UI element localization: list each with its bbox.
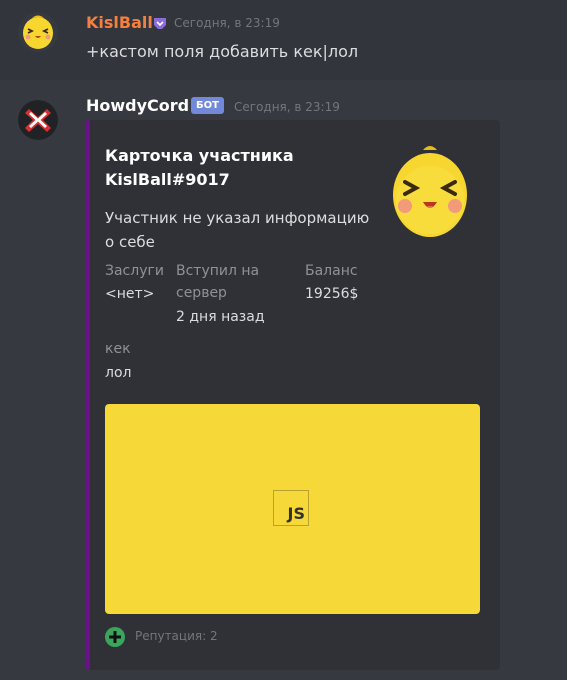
field-value-zaslugi: <нет> bbox=[105, 286, 155, 302]
avatar-howdycord[interactable] bbox=[18, 100, 58, 140]
embed-title-line: KislBall#9017 bbox=[105, 170, 230, 189]
username-kislball[interactable]: KislBall bbox=[86, 13, 153, 32]
bot-tag: БОТ bbox=[191, 97, 224, 114]
field-name-zaslugi: Заслуги bbox=[105, 263, 164, 279]
field-value-kek: лол bbox=[105, 365, 132, 381]
message-kislball: KislBall Сегодня, в 23:19 +кастом поля д… bbox=[0, 0, 567, 80]
field-value-balance: 19256$ bbox=[305, 286, 359, 302]
field-name-balance: Баланс bbox=[305, 263, 358, 279]
js-logo-icon: JS bbox=[273, 490, 309, 526]
embed-footer-text: Репутация: 2 bbox=[135, 629, 218, 643]
timestamp: Сегодня, в 23:19 bbox=[234, 100, 340, 114]
embed-title: Карточка участника KislBall#9017 bbox=[105, 144, 365, 192]
description-line: о себе bbox=[105, 233, 155, 251]
js-logo-label: JS bbox=[287, 504, 305, 523]
embed-image[interactable]: JS bbox=[105, 404, 480, 614]
field-name-line: сервер bbox=[176, 285, 227, 301]
embed-card: Карточка участника KislBall#9017 Участни… bbox=[85, 120, 500, 670]
embed-title-line: Карточка участника bbox=[105, 146, 294, 165]
nitro-badge-icon[interactable] bbox=[152, 15, 168, 31]
embed-description: Участник не указал информацию о себе bbox=[105, 206, 375, 254]
embed-accent-bar bbox=[85, 120, 90, 670]
field-value-joined: 2 дня назад bbox=[176, 309, 265, 325]
embed-thumbnail-lemon[interactable] bbox=[385, 140, 475, 240]
plus-circle-icon bbox=[105, 627, 125, 647]
message-text: +кастом поля добавить кек|лол bbox=[86, 42, 359, 61]
avatar-lemon[interactable] bbox=[18, 12, 58, 52]
field-name-line: Вступил на bbox=[176, 263, 260, 279]
description-line: Участник не указал информацию bbox=[105, 209, 370, 227]
timestamp: Сегодня, в 23:19 bbox=[174, 16, 280, 30]
username-howdycord[interactable]: HowdyCord bbox=[86, 96, 189, 115]
field-name-kek: кек bbox=[105, 341, 131, 357]
field-name-joined: Вступил на сервер bbox=[176, 260, 259, 304]
